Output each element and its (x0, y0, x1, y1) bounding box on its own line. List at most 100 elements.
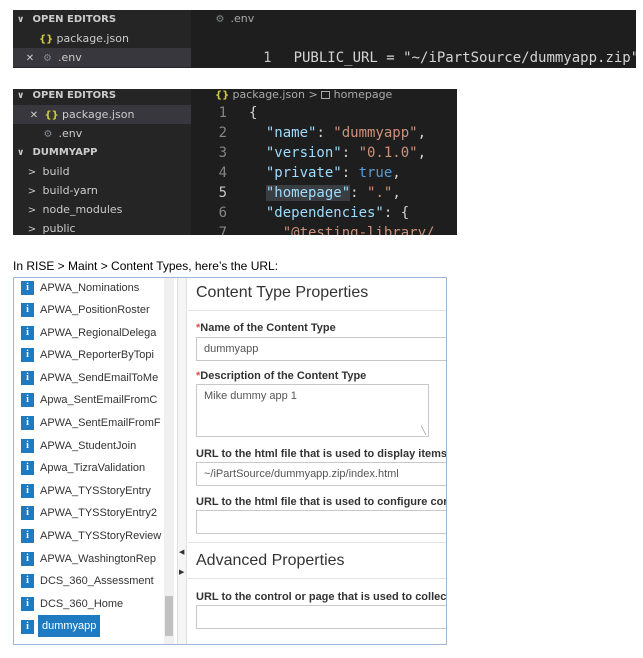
list-item[interactable]: i APWA_Nominations (14, 278, 177, 298)
explorer-sidebar: ∨ OPEN EDITORS {} package.json ✕ ⚙ .env (13, 10, 191, 68)
close-icon[interactable]: ✕ (23, 49, 37, 68)
vscode-window-top: ∨ OPEN EDITORS {} package.json ✕ ⚙ .env … (13, 10, 636, 68)
info-icon: i (21, 393, 34, 407)
description-label: *Description of the Content Type (196, 370, 366, 382)
folder-build-yarn[interactable]: > build-yarn (13, 181, 191, 200)
list-item-label: DCS_360_Assessment (40, 575, 154, 587)
chevron-down-icon: ∨ (17, 15, 25, 25)
code-line[interactable]: 6 "dependencies": { (203, 203, 457, 223)
list-item-label: APWA_TYSStoryEntry2 (40, 507, 157, 519)
resize-grip-icon[interactable]: ╲ (421, 426, 426, 435)
list-item[interactable]: i APWA_TYSStoryEntry2 (14, 503, 177, 523)
open-editor-env[interactable]: ✕ ⚙ .env (13, 48, 191, 67)
folder-label: build (42, 165, 70, 178)
list-item[interactable]: i APWA_SentEmailFromF (14, 413, 177, 433)
breadcrumb-symbol[interactable]: homepage (334, 89, 393, 101)
list-item-label: APWA_TYSStoryReview (40, 530, 162, 542)
close-icon[interactable]: ✕ (27, 106, 41, 125)
description-textarea[interactable]: Mike dummy app 1 ╲ (196, 384, 429, 437)
line-number: 4 (218, 165, 227, 181)
url-config-input[interactable] (196, 510, 446, 534)
description-label-text: Description of the Content Type (200, 370, 367, 382)
json-value: true (358, 165, 393, 181)
list-item-label: APWA_PositionRoster (40, 304, 150, 316)
folder-build[interactable]: > build (13, 162, 191, 181)
code-line[interactable]: 1{ (203, 103, 457, 123)
code-text: PUBLIC_URL = "~/iPartSource/dummyapp.zip… (293, 50, 636, 66)
info-icon: i (21, 348, 34, 362)
name-label: *Name of the Content Type (196, 322, 336, 334)
code-line-current[interactable]: 5 "homepage": ".", (203, 183, 457, 203)
editor-pane[interactable]: {} package.json > homepage 1{ 2 "name": … (203, 89, 457, 235)
list-item[interactable]: i APWA_StudentJoin (14, 436, 177, 456)
list-item[interactable]: i DCS_360_Home (14, 594, 177, 614)
chevron-down-icon: ∨ (17, 148, 25, 158)
list-item[interactable]: i Apwa_SentEmailFromC (14, 390, 177, 410)
name-input[interactable]: dummyapp (196, 337, 446, 361)
open-editor-env[interactable]: ⚙ .env (13, 124, 191, 143)
info-icon: i (21, 326, 34, 340)
list-item[interactable]: i APWA_TYSStoryReview (14, 526, 177, 546)
panel-splitter[interactable]: ◀ ▶ (177, 278, 187, 644)
open-editor-package-json[interactable]: {} package.json (13, 29, 191, 48)
list-item[interactable]: i APWA_TYSStoryEntry (14, 481, 177, 501)
rise-content-types-panel: i APWA_Nominations i APWA_PositionRoster i… (13, 277, 447, 645)
code-line[interactable]: 7 "@testing-library/ (203, 223, 457, 235)
section-divider (188, 542, 446, 543)
breadcrumb-file[interactable]: .env (231, 12, 255, 25)
folder-public[interactable]: > public (13, 219, 191, 235)
editor-pane[interactable]: ⚙ .env 1 PUBLIC_URL = "~/iPartSource/dumm… (203, 10, 636, 68)
collapse-left-icon[interactable]: ◀ (179, 548, 184, 556)
list-scrollbar[interactable] (164, 278, 174, 644)
chevron-down-icon: ∨ (17, 91, 25, 101)
list-item[interactable]: i DCS_360_Assessment (14, 571, 177, 591)
open-editors-header[interactable]: ∨ OPEN EDITORS (13, 10, 191, 29)
list-item[interactable]: i APWA_WashingtonRep (14, 549, 177, 569)
code-line[interactable]: 2 "name": "dummyapp", (203, 123, 457, 143)
symbol-icon (321, 91, 331, 99)
url-control-input[interactable] (196, 605, 446, 629)
code-line[interactable]: 1 PUBLIC_URL = "~/iPartSource/dummyapp.zi… (203, 28, 636, 66)
code-token: { (249, 105, 258, 121)
list-item[interactable]: i APWA_PositionRoster (14, 300, 177, 320)
json-value: "dummyapp" (333, 125, 418, 141)
url-display-label: URL to the html file that is used to dis… (196, 448, 447, 460)
list-item[interactable]: i APWA_SendEmailToMe (14, 368, 177, 388)
caption-text: In RISE > Maint > Content Types, here’s … (13, 259, 279, 273)
info-icon: i (21, 439, 34, 453)
chevron-right-icon: > (27, 167, 37, 178)
folder-node-modules[interactable]: > node_modules (13, 200, 191, 219)
project-header[interactable]: ∨ DUMMYAPP (13, 143, 191, 162)
json-key: "@testing-library/ (282, 225, 435, 235)
json-value: "." (367, 185, 393, 201)
list-item-selected[interactable]: i dummyapp (14, 615, 177, 637)
gear-icon: ⚙ (215, 14, 225, 25)
list-item[interactable]: i APWA_RegionalDelega (14, 323, 177, 343)
line-number: 1 (263, 50, 272, 66)
json-key: "version" (265, 145, 342, 161)
open-editor-package-json[interactable]: ✕ {} package.json (13, 105, 191, 124)
vscode-window-bottom: ∨ OPEN EDITORS ✕ {} package.json ⚙ .env … (13, 89, 457, 235)
code-token: { (400, 205, 410, 221)
breadcrumb: ⚙ .env (203, 10, 636, 28)
open-editor-label: package.json (62, 108, 135, 121)
line-number: 7 (218, 225, 227, 235)
breadcrumb-file[interactable]: package.json (233, 89, 305, 101)
list-scrollbar-thumb[interactable] (165, 596, 173, 636)
chevron-right-icon: > (27, 224, 37, 235)
section-divider (188, 578, 446, 579)
list-item[interactable]: i Apwa_TizraValidation (14, 458, 177, 478)
expand-right-icon[interactable]: ▶ (179, 568, 184, 576)
open-editors-header[interactable]: ∨ OPEN EDITORS (13, 89, 191, 105)
code-line[interactable]: 4 "private": true, (203, 163, 457, 183)
info-icon: i (21, 574, 34, 588)
line-number: 5 (218, 185, 227, 201)
url-display-input[interactable]: ~/iPartSource/dummyapp.zip/index.html (196, 462, 446, 486)
folder-label: public (42, 222, 76, 235)
gear-icon: ⚙ (43, 53, 52, 64)
project-title: DUMMYAPP (32, 147, 98, 158)
code-line[interactable]: 3 "version": "0.1.0", (203, 143, 457, 163)
line-number: 2 (218, 125, 227, 141)
list-item[interactable]: i APWA_ReporterByTopi (14, 345, 177, 365)
json-key: "private" (265, 165, 342, 181)
